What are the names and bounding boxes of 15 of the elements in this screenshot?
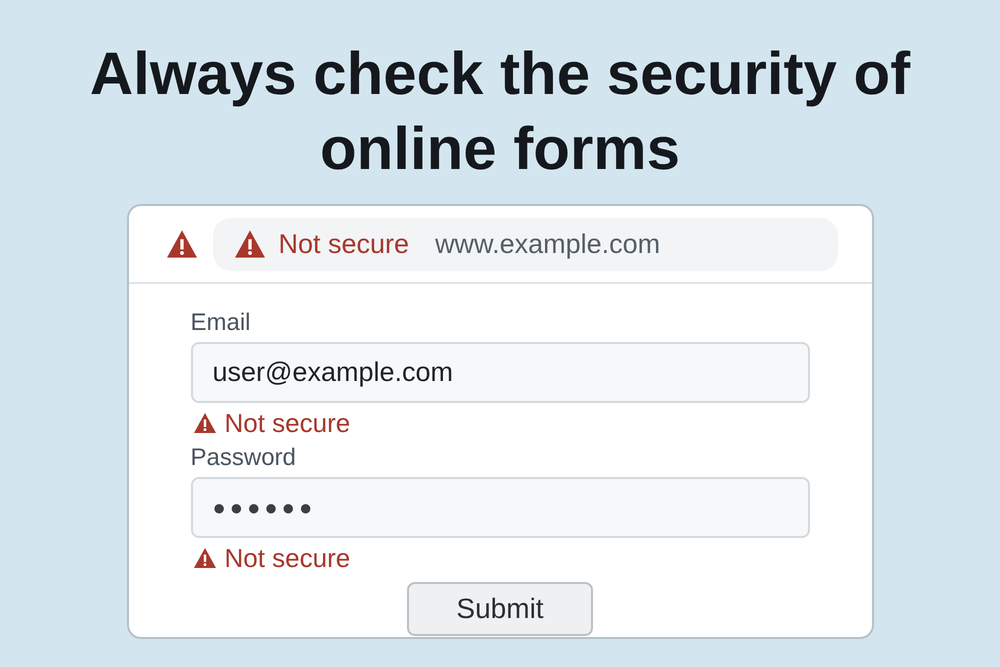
submit-button[interactable]: Submit bbox=[407, 582, 593, 636]
heading: Always check the security of online forms bbox=[88, 39, 912, 184]
field-label: Email bbox=[190, 308, 252, 338]
url-text: www.example.com bbox=[435, 228, 660, 260]
security-warning: Not secure bbox=[224, 542, 350, 574]
warning-icon bbox=[192, 412, 216, 434]
warning-icon bbox=[192, 547, 216, 569]
address-bar[interactable]: Not secure www.example.com bbox=[212, 218, 838, 270]
input-field[interactable]: ●●●●●● bbox=[190, 477, 810, 538]
warning-icon bbox=[164, 229, 198, 259]
field-label: Password bbox=[190, 443, 297, 473]
security-warning: Not secure bbox=[224, 408, 350, 438]
security-warning: Not secure bbox=[278, 228, 410, 260]
input-field[interactable]: user@example.com bbox=[190, 342, 810, 403]
warning-icon bbox=[232, 229, 266, 259]
